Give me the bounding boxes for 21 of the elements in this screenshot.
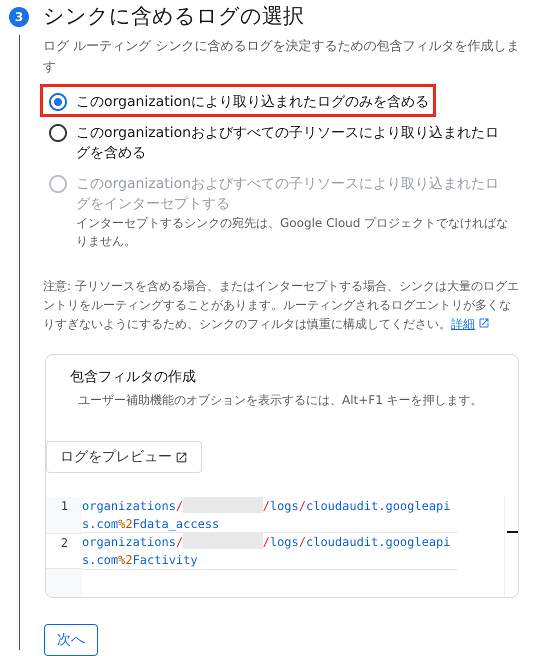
learn-more-link[interactable]: 詳細 [451,317,490,331]
code-editor[interactable]: 1 2 organizations/ /logs/cloudaudit.googleapis.com%2Fdata_access organizations/ /logs/cloudaudit.googleapis.com%2Factivity [46,497,518,597]
option-hint: インターセプトするシンクの宛先は、Google Cloud プロジェクトでなければなりません。 [76,215,510,250]
line-number: 2 [46,533,82,569]
external-link-icon [175,450,188,464]
card-title: 包含フィルタの作成 [69,368,197,387]
line-number: 1 [60,498,69,515]
external-link-icon [478,317,490,329]
section-description: ログ ルーティング シンクに含めるログを決定するための包含フィルタを作成します [43,38,520,77]
radio-button[interactable] [49,93,67,111]
radio-button[interactable] [49,124,67,142]
scroll-marker [507,531,518,533]
section-title: シンクに含めるログの選択 [43,3,305,30]
next-button[interactable]: 次へ [44,624,98,656]
step-number: 3 [9,7,29,27]
card-hint: ユーザー補助機能のオプションを表示するには、Alt+F1 キーを押します。 [77,392,484,409]
preview-logs-button[interactable]: ログをプレビュー [46,441,202,473]
note-text: 注意: 子リソースを含める場合、またはインターセプトする場合、シンクは大量のログエントリをルーティングすることがあります。ルーティングされるログエントリが多くなりすぎないようにするため、シンクのフィルタは慎重に構成してください。詳細 [43,278,520,333]
option-label[interactable]: このorganizationおよびすべての子リソースにより取り込まれたログを含める [76,123,513,163]
code-line: organizations/ /logs/cloudaudit.googleapis.com%2Factivity [82,532,458,570]
option-label[interactable]: このorganizationにより取り込まれたログのみを含める [76,92,430,112]
